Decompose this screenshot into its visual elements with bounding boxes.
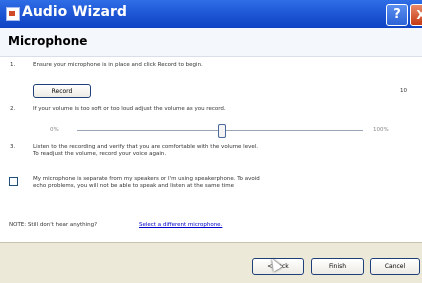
finish-button[interactable]: Finish <box>311 258 364 275</box>
close-button[interactable]: X <box>410 4 422 26</box>
step-3-text-line2: To readjust the volume, record your voic… <box>33 151 167 157</box>
step-3-text-line1: Listen to the recording and verify that … <box>33 144 259 150</box>
speakerphone-label-line2: echo problems, you will not be able to s… <box>33 183 235 189</box>
note-text: NOTE: Still don't hear anything? <box>9 222 98 228</box>
step-2-text: If your volume is too soft or too loud a… <box>33 106 226 112</box>
volume-slider-thumb[interactable] <box>218 124 226 138</box>
step-2-number: 2. <box>10 106 16 112</box>
volume-max-label: 100% <box>373 127 389 133</box>
title-bar: Audio Wizard ? X <box>0 0 422 28</box>
page-title: Microphone <box>8 34 88 48</box>
record-count: 10 <box>400 88 407 94</box>
step-1-text: Ensure your microphone is in place and c… <box>33 62 203 68</box>
speakerphone-label-line1: My microphone is separate from my speake… <box>33 176 260 182</box>
help-button[interactable]: ? <box>386 4 408 26</box>
app-icon <box>6 7 20 21</box>
speakerphone-checkbox[interactable] <box>9 177 18 186</box>
window-title: Audio Wizard <box>22 4 127 20</box>
step-3-number: 3. <box>10 144 16 150</box>
cancel-button[interactable]: Cancel <box>370 258 420 275</box>
volume-min-label: 0% <box>50 127 59 133</box>
step-1-number: 1. <box>10 62 16 68</box>
record-button[interactable]: Record <box>33 84 91 98</box>
select-microphone-link[interactable]: Select a different microphone. <box>139 222 222 228</box>
